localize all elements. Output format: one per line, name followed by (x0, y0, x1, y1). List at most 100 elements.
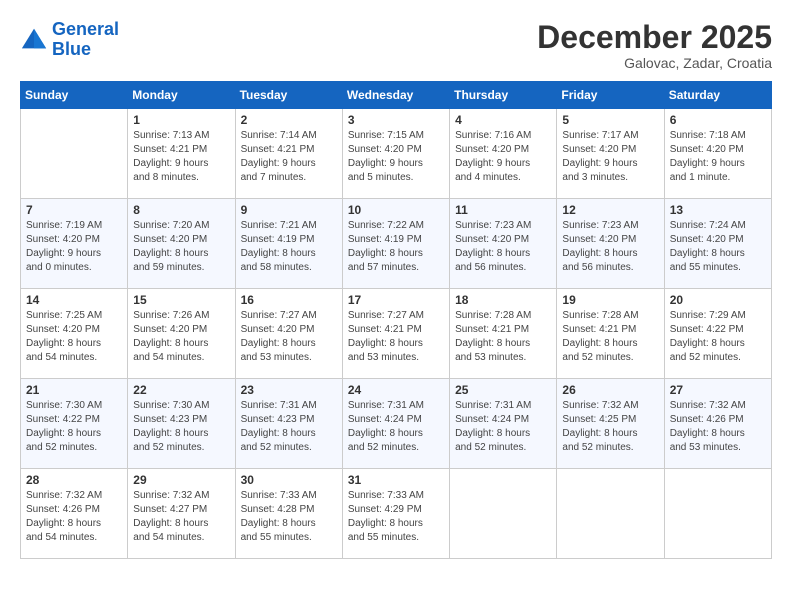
calendar-cell: 9Sunrise: 7:21 AMSunset: 4:19 PMDaylight… (235, 199, 342, 289)
calendar-cell: 11 Sunrise: 7:23 AMSunset: 4:20 PMDayligh… (450, 199, 557, 289)
day-info: Sunrise: 7:18 AMSunset: 4:20 PMDaylight:… (670, 129, 766, 185)
day-number: 8 (133, 203, 229, 217)
location-subtitle: Galovac, Zadar, Croatia (537, 55, 772, 71)
day-number: 19 (562, 293, 658, 307)
calendar-week-row: 28 Sunrise: 7:32 AMSunset: 4:26 PMDayligh… (21, 469, 772, 559)
calendar-cell: 14 Sunrise: 7:25 AMSunset: 4:20 PMDayligh… (21, 289, 128, 379)
calendar-cell: 7 Sunrise: 7:19 AMSunset: 4:20 PMDaylight… (21, 199, 128, 289)
day-info: Sunrise: 7:16 AMSunset: 4:20 PMDaylight:… (455, 129, 551, 185)
day-info: Sunrise: 7:32 AMSunset: 4:26 PMDaylight:… (670, 399, 766, 455)
day-info: Sunrise: 7:15 AMSunset: 4:20 PMDaylight:… (348, 129, 444, 185)
logo: General Blue (20, 20, 119, 60)
day-info: Sunrise: 7:32 AMSunset: 4:25 PMDaylight:… (562, 399, 658, 455)
calendar-cell: 22 Sunrise: 7:30 AMSunset: 4:23 PMDayligh… (128, 379, 235, 469)
calendar-cell: 28 Sunrise: 7:32 AMSunset: 4:26 PMDayligh… (21, 469, 128, 559)
day-info: Sunrise: 7:26 AMSunset: 4:20 PMDaylight:… (133, 309, 229, 365)
calendar-cell: 23 Sunrise: 7:31 AMSunset: 4:23 PMDayligh… (235, 379, 342, 469)
calendar-cell: 3 Sunrise: 7:15 AMSunset: 4:20 PMDaylight… (342, 109, 449, 199)
weekday-header: Sunday (21, 82, 128, 109)
day-number: 25 (455, 383, 551, 397)
day-number: 31 (348, 473, 444, 487)
day-info: Sunrise: 7:32 AMSunset: 4:27 PMDaylight:… (133, 489, 229, 545)
logo-text: General Blue (52, 20, 119, 60)
day-number: 12 (562, 203, 658, 217)
calendar-cell: 13 Sunrise: 7:24 AMSunset: 4:20 PMDayligh… (664, 199, 771, 289)
day-info: Sunrise: 7:32 AMSunset: 4:26 PMDaylight:… (26, 489, 122, 545)
calendar-cell (450, 469, 557, 559)
day-info: Sunrise: 7:23 AMSunset: 4:20 PMDaylight:… (562, 219, 658, 275)
calendar-cell: 12 Sunrise: 7:23 AMSunset: 4:20 PMDayligh… (557, 199, 664, 289)
calendar-cell: 31 Sunrise: 7:33 AMSunset: 4:29 PMDayligh… (342, 469, 449, 559)
day-info: Sunrise: 7:19 AMSunset: 4:20 PMDaylight:… (26, 219, 122, 275)
calendar-cell: 19 Sunrise: 7:28 AMSunset: 4:21 PMDayligh… (557, 289, 664, 379)
calendar-cell: 5 Sunrise: 7:17 AMSunset: 4:20 PMDaylight… (557, 109, 664, 199)
day-info: Sunrise: 7:17 AMSunset: 4:20 PMDaylight:… (562, 129, 658, 185)
calendar-cell (664, 469, 771, 559)
calendar-cell: 17Sunrise: 7:27 AMSunset: 4:21 PMDayligh… (342, 289, 449, 379)
day-info: Sunrise: 7:14 AMSunset: 4:21 PMDaylight:… (241, 129, 337, 185)
calendar-cell: 15 Sunrise: 7:26 AMSunset: 4:20 PMDayligh… (128, 289, 235, 379)
weekday-header: Saturday (664, 82, 771, 109)
day-info: Sunrise: 7:27 AMSunset: 4:20 PMDaylight:… (241, 309, 337, 365)
day-number: 16 (241, 293, 337, 307)
calendar-cell: 2Sunrise: 7:14 AMSunset: 4:21 PMDaylight… (235, 109, 342, 199)
day-info: Sunrise: 7:21 AMSunset: 4:19 PMDaylight:… (241, 219, 337, 275)
day-number: 11 (455, 203, 551, 217)
calendar-cell: 30 Sunrise: 7:33 AMSunset: 4:28 PMDayligh… (235, 469, 342, 559)
weekday-header: Thursday (450, 82, 557, 109)
weekday-header: Friday (557, 82, 664, 109)
day-number: 5 (562, 113, 658, 127)
day-number: 6 (670, 113, 766, 127)
calendar-cell (21, 109, 128, 199)
day-number: 3 (348, 113, 444, 127)
day-info: Sunrise: 7:22 AMSunset: 4:19 PMDaylight:… (348, 219, 444, 275)
day-number: 30 (241, 473, 337, 487)
calendar-cell: 1Sunrise: 7:13 AMSunset: 4:21 PMDaylight… (128, 109, 235, 199)
calendar-cell: 18Sunrise: 7:28 AMSunset: 4:21 PMDayligh… (450, 289, 557, 379)
day-info: Sunrise: 7:30 AMSunset: 4:23 PMDaylight:… (133, 399, 229, 455)
calendar-week-row: 1Sunrise: 7:13 AMSunset: 4:21 PMDaylight… (21, 109, 772, 199)
title-area: December 2025 Galovac, Zadar, Croatia (537, 20, 772, 71)
calendar-cell: 16 Sunrise: 7:27 AMSunset: 4:20 PMDayligh… (235, 289, 342, 379)
day-info: Sunrise: 7:31 AMSunset: 4:23 PMDaylight:… (241, 399, 337, 455)
month-title: December 2025 (537, 20, 772, 55)
day-info: Sunrise: 7:31 AMSunset: 4:24 PMDaylight:… (455, 399, 551, 455)
calendar-table: SundayMondayTuesdayWednesdayThursdayFrid… (20, 81, 772, 559)
day-info: Sunrise: 7:13 AMSunset: 4:21 PMDaylight:… (133, 129, 229, 185)
day-number: 4 (455, 113, 551, 127)
day-number: 21 (26, 383, 122, 397)
day-number: 13 (670, 203, 766, 217)
calendar-cell: 26 Sunrise: 7:32 AMSunset: 4:25 PMDayligh… (557, 379, 664, 469)
day-number: 14 (26, 293, 122, 307)
day-info: Sunrise: 7:28 AMSunset: 4:21 PMDaylight:… (455, 309, 551, 365)
day-info: Sunrise: 7:31 AMSunset: 4:24 PMDaylight:… (348, 399, 444, 455)
day-number: 28 (26, 473, 122, 487)
day-number: 22 (133, 383, 229, 397)
day-number: 24 (348, 383, 444, 397)
calendar-cell: 21 Sunrise: 7:30 AMSunset: 4:22 PMDayligh… (21, 379, 128, 469)
calendar-cell: 10Sunrise: 7:22 AMSunset: 4:19 PMDayligh… (342, 199, 449, 289)
calendar-cell: 27Sunrise: 7:32 AMSunset: 4:26 PMDayligh… (664, 379, 771, 469)
day-number: 26 (562, 383, 658, 397)
day-info: Sunrise: 7:33 AMSunset: 4:29 PMDaylight:… (348, 489, 444, 545)
day-number: 7 (26, 203, 122, 217)
day-info: Sunrise: 7:28 AMSunset: 4:21 PMDaylight:… (562, 309, 658, 365)
calendar-week-row: 21 Sunrise: 7:30 AMSunset: 4:22 PMDayligh… (21, 379, 772, 469)
day-info: Sunrise: 7:30 AMSunset: 4:22 PMDaylight:… (26, 399, 122, 455)
day-info: Sunrise: 7:33 AMSunset: 4:28 PMDaylight:… (241, 489, 337, 545)
day-info: Sunrise: 7:23 AMSunset: 4:20 PMDaylight:… (455, 219, 551, 275)
day-info: Sunrise: 7:25 AMSunset: 4:20 PMDaylight:… (26, 309, 122, 365)
calendar-cell: 8Sunrise: 7:20 AMSunset: 4:20 PMDaylight… (128, 199, 235, 289)
day-number: 20 (670, 293, 766, 307)
day-info: Sunrise: 7:24 AMSunset: 4:20 PMDaylight:… (670, 219, 766, 275)
day-info: Sunrise: 7:29 AMSunset: 4:22 PMDaylight:… (670, 309, 766, 365)
calendar-cell: 4 Sunrise: 7:16 AMSunset: 4:20 PMDaylight… (450, 109, 557, 199)
day-number: 23 (241, 383, 337, 397)
calendar-week-row: 7 Sunrise: 7:19 AMSunset: 4:20 PMDaylight… (21, 199, 772, 289)
day-number: 15 (133, 293, 229, 307)
calendar-header-row: SundayMondayTuesdayWednesdayThursdayFrid… (21, 82, 772, 109)
calendar-cell (557, 469, 664, 559)
day-number: 29 (133, 473, 229, 487)
weekday-header: Monday (128, 82, 235, 109)
page-header: General Blue December 2025 Galovac, Zada… (20, 20, 772, 71)
